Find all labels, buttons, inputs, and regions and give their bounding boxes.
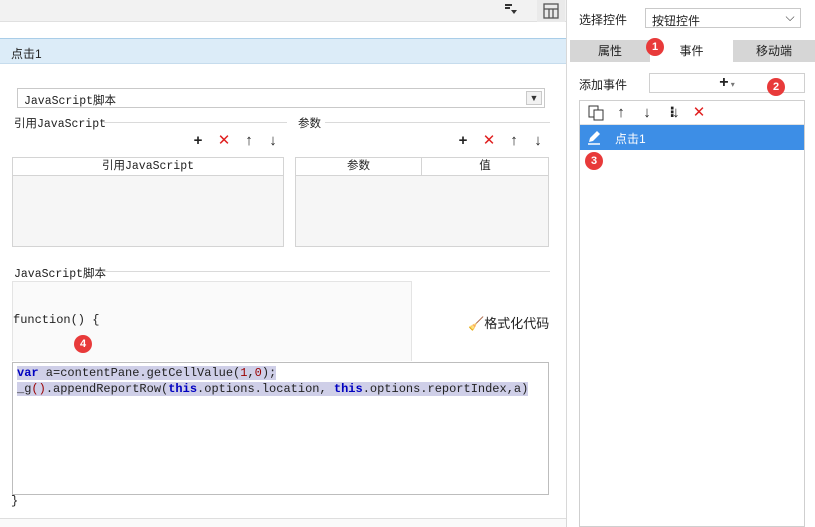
chevron-down-icon[interactable]: ▼ [526, 91, 542, 105]
tab-mobile[interactable]: 移动端 [733, 40, 815, 62]
caret-down-icon: ▾ [728, 80, 735, 89]
bottom-bar [0, 518, 566, 527]
copy-icon[interactable] [588, 105, 604, 124]
add-icon[interactable]: + [455, 133, 471, 149]
section-divider [100, 271, 550, 272]
delete-icon[interactable]: ✕ [481, 133, 497, 149]
move-down-icon[interactable]: ↓ [265, 133, 281, 149]
broom-icon: 🧹 [468, 316, 485, 331]
ref-js-section-label: 引用JavaScript [14, 118, 107, 131]
script-type-value: JavaScript脚本 [24, 95, 117, 108]
param-table[interactable]: 参数 值 [295, 157, 549, 247]
tab-properties[interactable]: 属性 [570, 40, 650, 62]
function-open: function() { [13, 313, 100, 327]
move-up-icon[interactable]: ↑ [506, 133, 522, 149]
layout-icon[interactable] [537, 0, 565, 22]
plus-icon: + [719, 74, 729, 91]
select-control-label: 选择控件 [579, 13, 628, 27]
control-select-value: 按钮控件 [652, 14, 701, 28]
move-up-icon[interactable]: ↑ [613, 105, 629, 121]
ref-js-table[interactable]: 引用JavaScript [12, 157, 284, 247]
badge-3: 3 [585, 152, 603, 170]
script-section-label: JavaScript脚本 [14, 268, 107, 281]
tab-bar: 属性 事件 移动端 [570, 40, 815, 62]
add-icon[interactable]: + [190, 133, 206, 149]
control-select[interactable]: 按钮控件 ⌵ [645, 8, 801, 28]
section-divider [104, 122, 287, 123]
param-value-header: 值 [422, 158, 548, 176]
edit-icon[interactable] [586, 129, 602, 148]
script-type-select[interactable]: JavaScript脚本 ▼ [17, 88, 545, 108]
delete-icon[interactable]: ✕ [216, 133, 232, 149]
move-down-icon[interactable]: ↓ [639, 105, 655, 121]
top-toolbar [0, 0, 566, 22]
delete-icon[interactable]: ✕ [691, 105, 707, 121]
format-code-button[interactable]: 🧹格式化代码 [468, 313, 549, 332]
event-title: 点击1 [11, 47, 42, 61]
badge-4: 4 [74, 335, 92, 353]
param-section-label: 参数 [298, 118, 321, 130]
move-bottom-icon[interactable]: ⁝↓ [665, 105, 681, 121]
ref-js-table-header: 引用JavaScript [13, 158, 283, 176]
format-code-label: 格式化代码 [484, 316, 550, 331]
event-list[interactable]: ↑ ↓ ⁝↓ ✕ 点击1 [579, 100, 805, 527]
event-toolbar: ↑ ↓ ⁝↓ ✕ [580, 101, 804, 125]
chevron-down-icon[interactable]: ⌵ [782, 11, 798, 25]
event-list-item[interactable]: 点击1 [580, 125, 804, 150]
badge-2: 2 [767, 78, 785, 96]
section-divider [325, 122, 550, 123]
dropdown-toggle-icon[interactable] [504, 2, 522, 20]
param-name-header: 参数 [296, 158, 422, 176]
event-item-label: 点击1 [615, 132, 646, 146]
code-editor[interactable]: var a=contentPane.getCellValue(1,0); _g(… [12, 362, 549, 495]
move-down-icon[interactable]: ↓ [530, 133, 546, 149]
add-event-label: 添加事件 [579, 78, 628, 92]
move-up-icon[interactable]: ↑ [241, 133, 257, 149]
function-close: } [11, 494, 19, 508]
badge-1: 1 [646, 38, 664, 56]
pane-divider[interactable] [566, 0, 567, 527]
code-line-2: _g().appendReportRow(this.options.locati… [17, 382, 529, 396]
code-line-1: var a=contentPane.getCellValue(1,0); [17, 366, 277, 380]
event-title-bar: 点击1 [0, 38, 566, 64]
